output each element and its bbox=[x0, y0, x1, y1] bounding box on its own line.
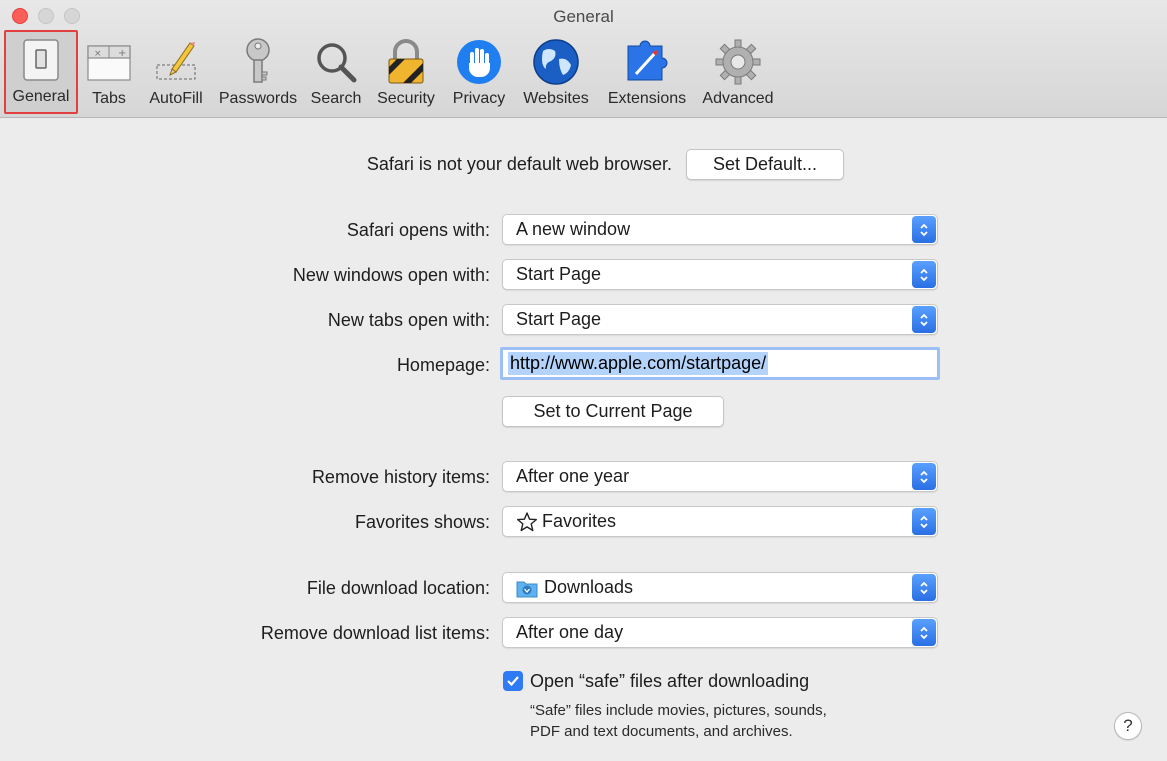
tab-extensions[interactable]: Extensions bbox=[598, 30, 696, 114]
open-safe-files-checkbox[interactable] bbox=[503, 671, 523, 691]
globe-icon bbox=[532, 38, 580, 86]
download-location-value: Downloads bbox=[544, 577, 634, 597]
homepage-value: http://www.apple.com/startpage/ bbox=[508, 352, 769, 375]
open-safe-files-label[interactable]: Open “safe” files after downloading bbox=[530, 671, 809, 691]
puzzle-compass-icon bbox=[623, 38, 671, 86]
set-default-button[interactable]: Set Default... bbox=[686, 149, 844, 180]
tab-autofill-label: AutoFill bbox=[149, 90, 203, 107]
remove-history-label: Remove history items: bbox=[311, 467, 490, 487]
default-browser-message: Safari is not your default web browser. bbox=[366, 154, 672, 174]
checkmark-icon bbox=[507, 676, 519, 687]
set-to-current-page-button[interactable]: Set to Current Page bbox=[502, 396, 724, 427]
new-windows-popup[interactable]: Start Page bbox=[502, 259, 938, 290]
opens-with-popup[interactable]: A new window bbox=[502, 214, 938, 245]
preferences-window: General General × + Tabs AutoFill Passwo… bbox=[0, 0, 1167, 761]
tab-privacy[interactable]: Privacy bbox=[444, 30, 514, 114]
tab-advanced-label: Advanced bbox=[702, 90, 774, 107]
key-icon bbox=[234, 38, 282, 86]
popup-arrows-icon bbox=[912, 306, 936, 333]
safe-files-note-line2: PDF and text documents, and archives. bbox=[530, 723, 793, 740]
tab-extensions-label: Extensions bbox=[607, 90, 687, 107]
tab-passwords[interactable]: Passwords bbox=[212, 30, 304, 114]
padlock-icon bbox=[382, 38, 430, 86]
homepage-label: Homepage: bbox=[396, 355, 490, 375]
tab-tabs[interactable]: × + Tabs bbox=[78, 30, 140, 114]
tab-websites-label: Websites bbox=[523, 90, 589, 107]
tab-search-label: Search bbox=[310, 90, 362, 107]
tab-privacy-label: Privacy bbox=[452, 90, 506, 107]
star-outline-icon bbox=[516, 511, 538, 533]
new-windows-value: Start Page bbox=[516, 264, 602, 284]
popup-arrows-icon bbox=[912, 463, 936, 490]
popup-arrows-icon bbox=[912, 574, 936, 601]
general-pane: Safari is not your default web browser. … bbox=[0, 118, 1167, 761]
tab-passwords-label: Passwords bbox=[218, 90, 298, 107]
remove-downloads-popup[interactable]: After one day bbox=[502, 617, 938, 648]
remove-history-value: After one year bbox=[516, 466, 630, 486]
homepage-input[interactable]: http://www.apple.com/startpage/ bbox=[500, 347, 940, 380]
popup-arrows-icon bbox=[912, 261, 936, 288]
remove-downloads-value: After one day bbox=[516, 622, 624, 642]
popup-arrows-icon bbox=[912, 508, 936, 535]
preferences-toolbar: General × + Tabs AutoFill Passwords Sear… bbox=[4, 30, 780, 114]
new-tabs-label: New tabs open with: bbox=[327, 310, 490, 330]
favorites-shows-label: Favorites shows: bbox=[354, 512, 490, 532]
title-bar: General General × + Tabs AutoFill Passwo… bbox=[0, 0, 1167, 118]
tab-tabs-label: Tabs bbox=[92, 90, 126, 107]
download-location-popup[interactable]: Downloads bbox=[502, 572, 938, 603]
safe-files-note-line1: “Safe” files include movies, pictures, s… bbox=[530, 702, 827, 719]
svg-text:×: × bbox=[94, 49, 102, 59]
svg-text:+: + bbox=[118, 48, 126, 59]
magnifier-icon bbox=[312, 38, 360, 86]
tab-websites[interactable]: Websites bbox=[514, 30, 598, 114]
download-location-label: File download location: bbox=[306, 578, 490, 598]
opens-with-label: Safari opens with: bbox=[346, 220, 490, 240]
favorites-shows-value: Favorites bbox=[542, 511, 617, 531]
tab-security-label: Security bbox=[377, 90, 435, 107]
popup-arrows-icon bbox=[912, 619, 936, 646]
opens-with-value: A new window bbox=[516, 219, 631, 239]
remove-downloads-label: Remove download list items: bbox=[260, 623, 490, 643]
remove-history-popup[interactable]: After one year bbox=[502, 461, 938, 492]
gear-icon bbox=[714, 38, 762, 86]
new-tabs-value: Start Page bbox=[516, 309, 602, 329]
new-tabs-popup[interactable]: Start Page bbox=[502, 304, 938, 335]
window-title: General bbox=[553, 7, 614, 26]
favorites-shows-popup[interactable]: Favorites bbox=[502, 506, 938, 537]
downloads-folder-icon bbox=[516, 578, 538, 598]
tab-advanced[interactable]: Advanced bbox=[696, 30, 780, 114]
hand-icon bbox=[455, 38, 503, 86]
tabs-icon: × + bbox=[85, 38, 133, 86]
tab-search[interactable]: Search bbox=[304, 30, 368, 114]
help-button[interactable]: ? bbox=[1114, 712, 1142, 740]
new-windows-label: New windows open with: bbox=[292, 265, 490, 285]
tab-general-label: General bbox=[12, 88, 70, 105]
tab-autofill[interactable]: AutoFill bbox=[140, 30, 212, 114]
tab-general[interactable]: General bbox=[4, 30, 78, 114]
pencil-form-icon bbox=[152, 38, 200, 86]
general-switch-icon bbox=[17, 36, 65, 84]
popup-arrows-icon bbox=[912, 216, 936, 243]
tab-security[interactable]: Security bbox=[368, 30, 444, 114]
